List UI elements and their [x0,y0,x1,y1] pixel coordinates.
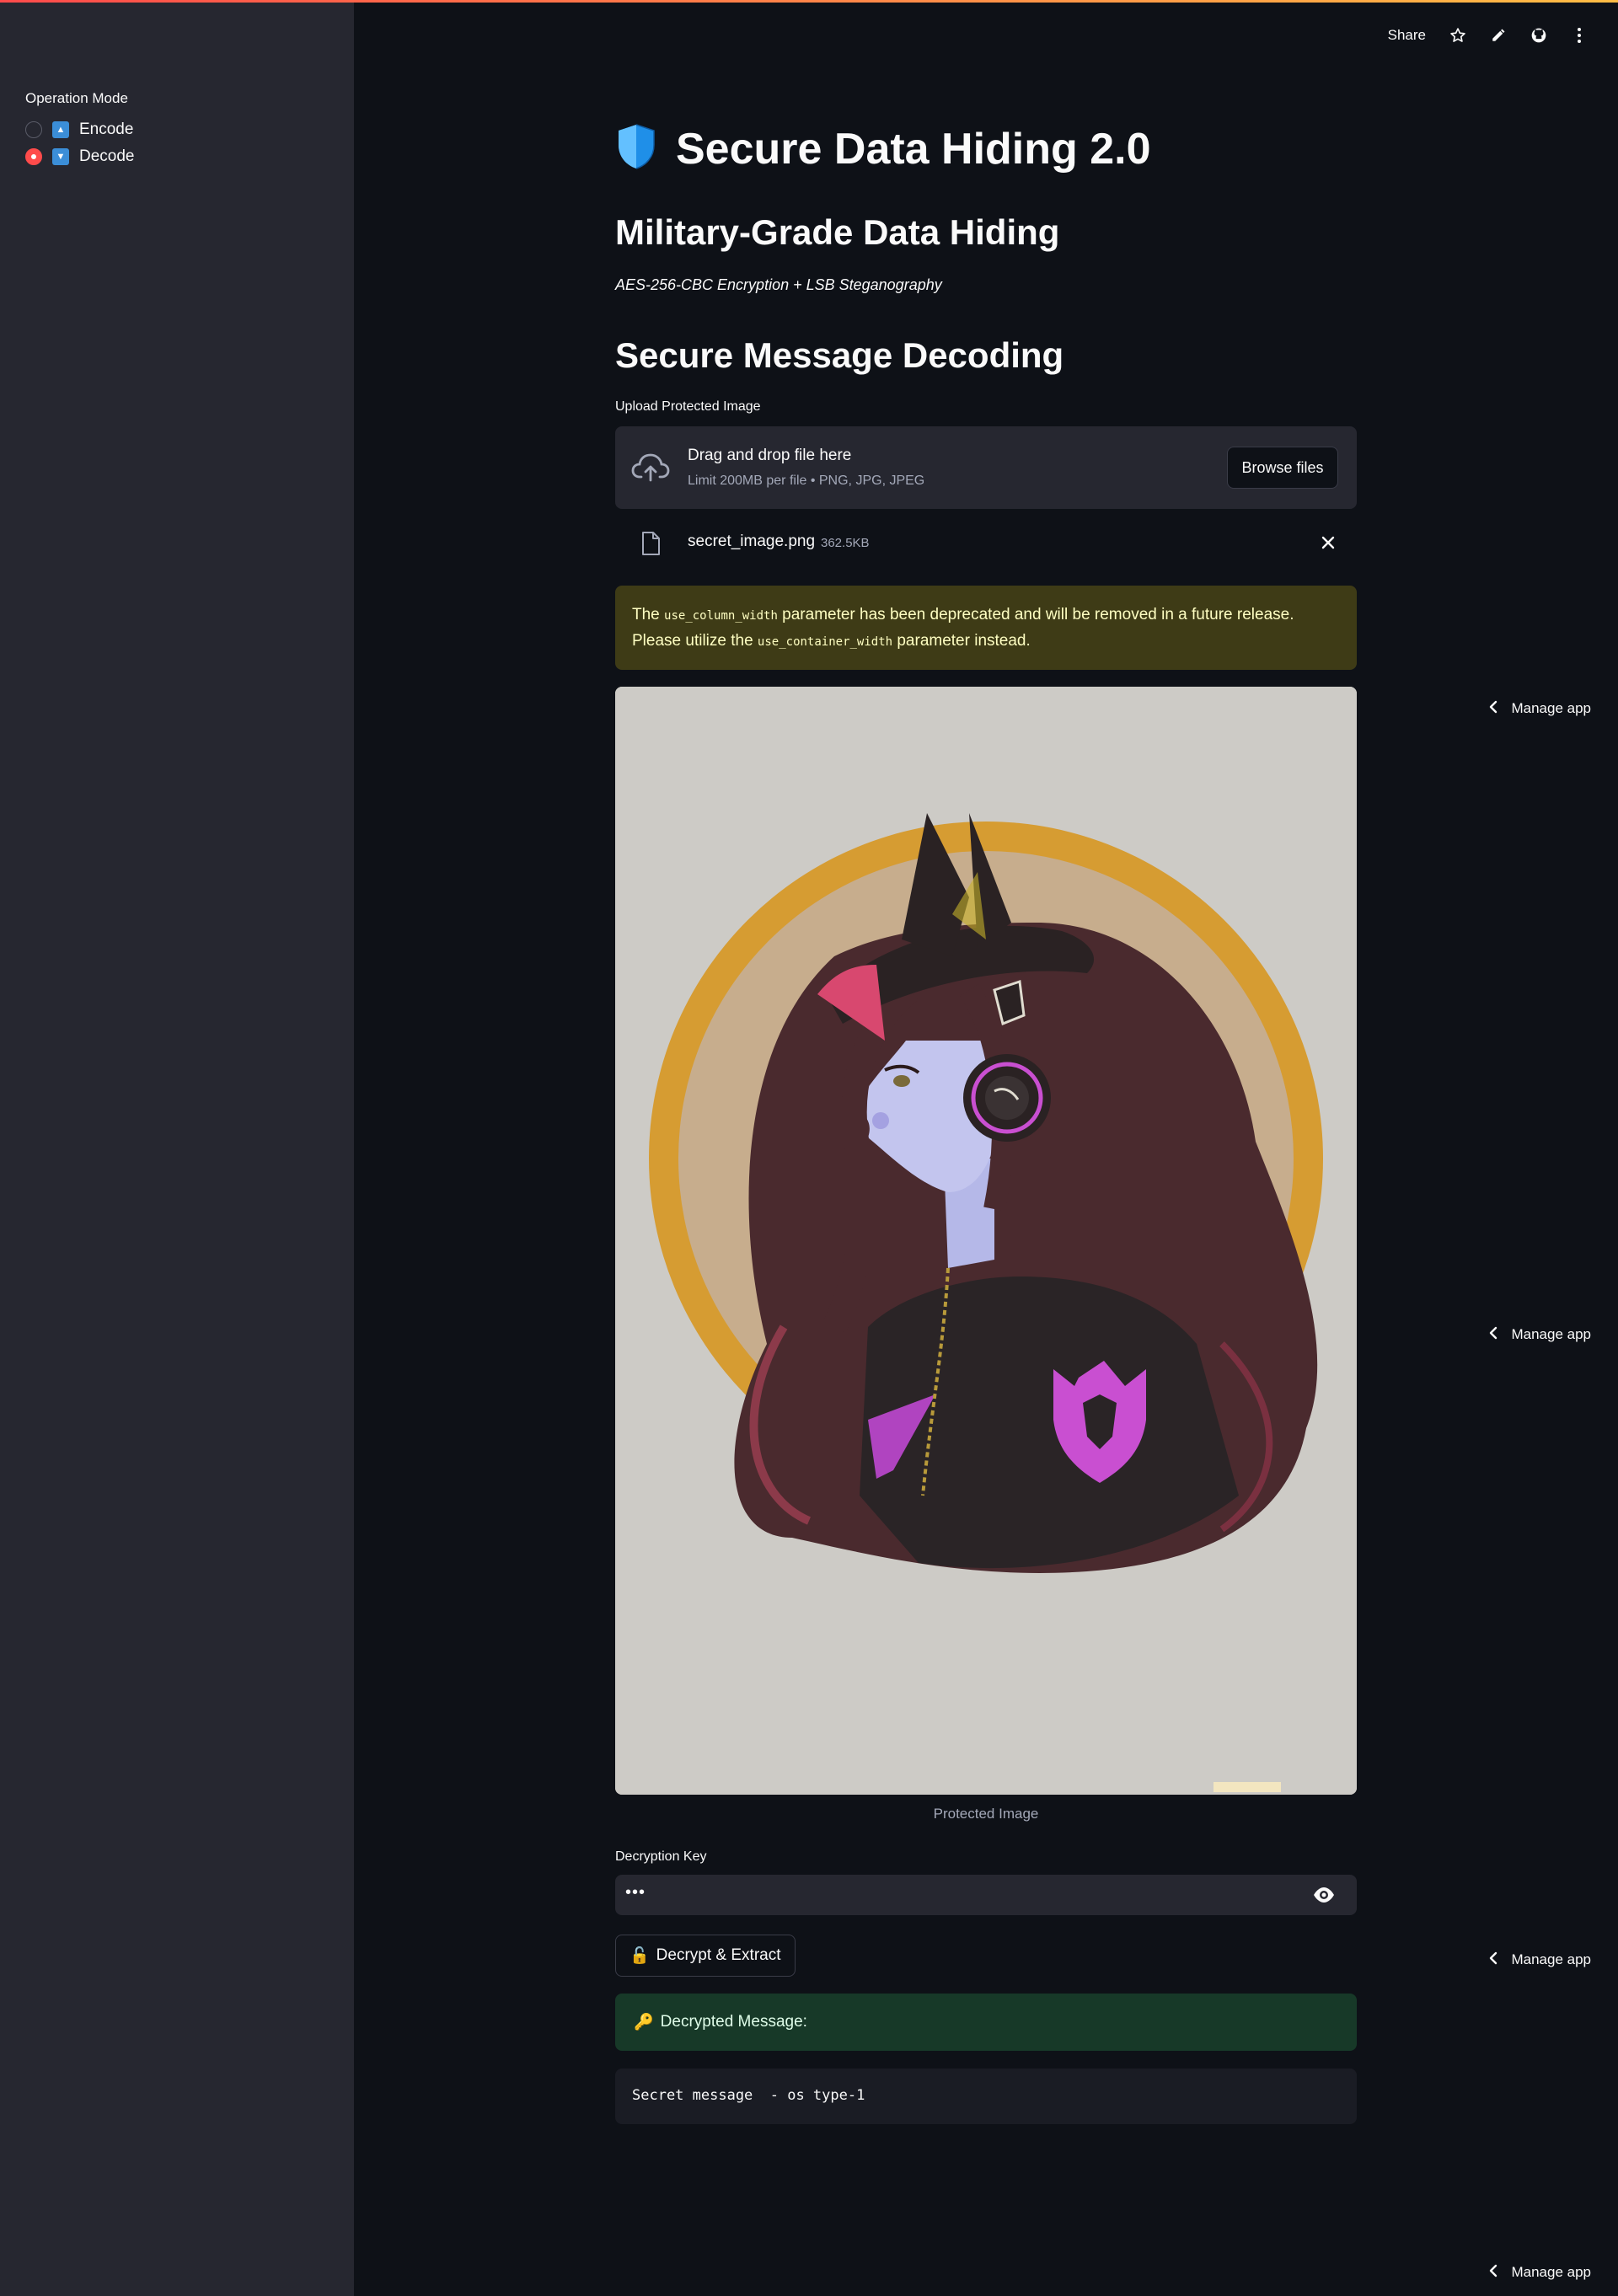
down-arrow-icon: ▼ [52,148,69,165]
radio-label: Decode [79,147,135,165]
chevron-left-icon [1489,700,1497,718]
decrypted-message-code: Secret message - os type-1 [615,2069,1357,2124]
decryption-key-label: Decryption Key [615,1849,707,1864]
shield-icon [615,123,657,174]
decrypt-extract-button[interactable]: 🔓 Decrypt & Extract [615,1935,796,1977]
radio-label: Encode [79,120,134,138]
decrypted-message-alert: 🔑 Decrypted Message: [615,1994,1357,2051]
password-value: ••• [625,1883,646,1902]
radio-option-encode[interactable]: ▲ Encode [25,119,133,141]
up-arrow-icon: ▲ [52,121,69,138]
more-vert-icon[interactable] [1571,27,1588,44]
header-toolbar: Share [1388,27,1588,44]
image-caption: Protected Image [933,1806,1039,1822]
page-header: Secure Data Hiding 2.0 [615,123,1151,174]
uploaded-file-row: secret_image.png 362.5KB [615,522,1357,565]
code-use-container-width: use_container_width [757,635,893,649]
manage-app-button[interactable]: Manage app [1489,2261,1591,2283]
manage-app-button[interactable]: Manage app [1489,1949,1591,1971]
edit-icon[interactable] [1490,27,1507,44]
section-title: Secure Message Decoding [615,335,1064,375]
radio-button[interactable] [25,121,42,138]
radio-option-decode[interactable]: ▼ Decode [25,146,135,168]
manage-app-button[interactable]: Manage app [1489,1324,1591,1346]
file-dropzone[interactable]: Drag and drop file here Limit 200MB per … [615,426,1357,509]
chevron-left-icon [1489,2264,1497,2282]
page-subtitle: Military-Grade Data Hiding [615,212,1060,252]
manage-app-button[interactable]: Manage app [1489,698,1591,720]
share-button[interactable]: Share [1388,27,1426,44]
page-caption: AES-256-CBC Encryption + LSB Steganograp… [615,276,942,293]
key-icon: 🔑 [634,2014,654,2031]
operation-mode-label: Operation Mode [25,90,128,106]
deprecation-warning: The use_column_width parameter has been … [615,586,1357,670]
manage-app-label: Manage app [1511,2264,1591,2280]
sidebar: Operation Mode ▲ Encode ▼ Decode [0,3,354,2296]
code-use-column-width: use_column_width [664,609,778,623]
alert-label: Decrypted Message: [660,2013,807,2031]
eye-icon[interactable] [1313,1887,1335,1908]
dropzone-limit: Limit 200MB per file • PNG, JPG, JPEG [688,474,925,488]
button-label: Decrypt & Extract [656,1946,781,1964]
file-size: 362.5KB [821,536,870,550]
chevron-left-icon [1489,1326,1497,1344]
chevron-left-icon [1489,1951,1497,1969]
close-icon[interactable] [1318,533,1338,553]
file-name: secret_image.png [688,533,816,550]
unlock-icon: 🔓 [630,1947,650,1965]
protected-image [615,687,1357,1795]
browse-files-button[interactable]: Browse files [1227,447,1338,489]
cloud-upload-icon [630,450,671,488]
page-title: Secure Data Hiding 2.0 [676,124,1151,174]
upload-label: Upload Protected Image [615,399,761,414]
radio-button-selected[interactable] [25,148,42,165]
anime-illustration [615,687,1357,1795]
decryption-key-input[interactable]: ••• [615,1875,1357,1915]
file-icon [640,531,661,560]
star-icon[interactable] [1449,27,1466,44]
dropzone-instruction: Drag and drop file here [688,447,852,464]
manage-app-label: Manage app [1511,1951,1591,1967]
manage-app-label: Manage app [1511,1326,1591,1342]
github-icon[interactable] [1530,27,1547,44]
manage-app-label: Manage app [1511,700,1591,716]
